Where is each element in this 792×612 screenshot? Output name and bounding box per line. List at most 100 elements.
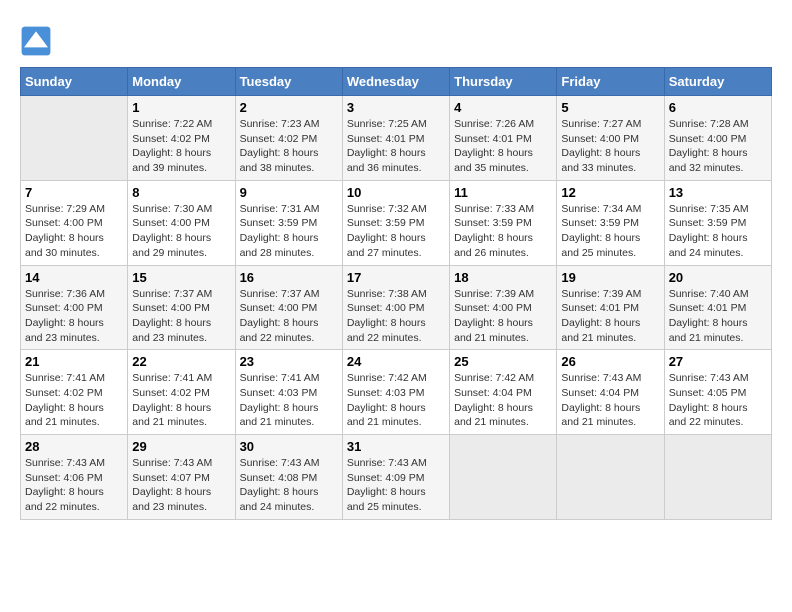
day-number: 1 bbox=[132, 100, 230, 115]
day-info: Sunrise: 7:42 AM Sunset: 4:04 PM Dayligh… bbox=[454, 371, 552, 430]
day-info: Sunrise: 7:22 AM Sunset: 4:02 PM Dayligh… bbox=[132, 117, 230, 176]
day-number: 19 bbox=[561, 270, 659, 285]
calendar-day-cell: 5Sunrise: 7:27 AM Sunset: 4:00 PM Daylig… bbox=[557, 96, 664, 181]
day-number: 14 bbox=[25, 270, 123, 285]
day-info: Sunrise: 7:30 AM Sunset: 4:00 PM Dayligh… bbox=[132, 202, 230, 261]
weekday-header-wednesday: Wednesday bbox=[342, 68, 449, 96]
calendar-day-cell: 13 Sunrise: 7:35 AM Sunset: 3:59 PM Dayli… bbox=[664, 180, 771, 265]
day-info: Sunrise: 7:28 AM Sunset: 4:00 PM Dayligh… bbox=[669, 117, 767, 176]
calendar-body: 1 Sunrise: 7:22 AM Sunset: 4:02 PM Daylig… bbox=[21, 96, 772, 520]
day-number: 5 bbox=[561, 100, 659, 115]
calendar-day-cell: 22Sunrise: 7:41 AM Sunset: 4:02 PM Dayli… bbox=[128, 350, 235, 435]
day-number: 25 bbox=[454, 354, 552, 369]
calendar-table: SundayMondayTuesdayWednesdayThursdayFrid… bbox=[20, 67, 772, 520]
calendar-week-row: 21 Sunrise: 7:41 AM Sunset: 4:02 PM Dayli… bbox=[21, 350, 772, 435]
day-number: 20 bbox=[669, 270, 767, 285]
day-number: 24 bbox=[347, 354, 445, 369]
day-number: 9 bbox=[240, 185, 338, 200]
calendar-week-row: 1 Sunrise: 7:22 AM Sunset: 4:02 PM Daylig… bbox=[21, 96, 772, 181]
day-info: Sunrise: 7:38 AM Sunset: 4:00 PM Dayligh… bbox=[347, 287, 445, 346]
day-info: Sunrise: 7:25 AM Sunset: 4:01 PM Dayligh… bbox=[347, 117, 445, 176]
calendar-day-cell: 16 Sunrise: 7:37 AM Sunset: 4:00 PM Dayli… bbox=[235, 265, 342, 350]
day-number: 2 bbox=[240, 100, 338, 115]
weekday-header-saturday: Saturday bbox=[664, 68, 771, 96]
calendar-day-cell: 8 Sunrise: 7:30 AM Sunset: 4:00 PM Daylig… bbox=[128, 180, 235, 265]
calendar-day-cell: 27Sunrise: 7:43 AM Sunset: 4:05 PM Dayli… bbox=[664, 350, 771, 435]
weekday-header-friday: Friday bbox=[557, 68, 664, 96]
day-info: Sunrise: 7:36 AM Sunset: 4:00 PM Dayligh… bbox=[25, 287, 123, 346]
day-number: 8 bbox=[132, 185, 230, 200]
day-info: Sunrise: 7:39 AM Sunset: 4:00 PM Dayligh… bbox=[454, 287, 552, 346]
calendar-day-cell: 6 Sunrise: 7:28 AM Sunset: 4:00 PM Daylig… bbox=[664, 96, 771, 181]
day-number: 30 bbox=[240, 439, 338, 454]
day-number: 16 bbox=[240, 270, 338, 285]
calendar-day-cell: 26 Sunrise: 7:43 AM Sunset: 4:04 PM Dayli… bbox=[557, 350, 664, 435]
day-info: Sunrise: 7:40 AM Sunset: 4:01 PM Dayligh… bbox=[669, 287, 767, 346]
weekday-header-sunday: Sunday bbox=[21, 68, 128, 96]
logo bbox=[20, 25, 56, 57]
header bbox=[20, 20, 772, 57]
day-info: Sunrise: 7:37 AM Sunset: 4:00 PM Dayligh… bbox=[132, 287, 230, 346]
day-number: 12 bbox=[561, 185, 659, 200]
calendar-day-cell: 23 Sunrise: 7:41 AM Sunset: 4:03 PM Dayli… bbox=[235, 350, 342, 435]
calendar-day-cell: 7 Sunrise: 7:29 AM Sunset: 4:00 PM Daylig… bbox=[21, 180, 128, 265]
day-number: 10 bbox=[347, 185, 445, 200]
day-info: Sunrise: 7:37 AM Sunset: 4:00 PM Dayligh… bbox=[240, 287, 338, 346]
day-info: Sunrise: 7:43 AM Sunset: 4:07 PM Dayligh… bbox=[132, 456, 230, 515]
calendar-week-row: 7 Sunrise: 7:29 AM Sunset: 4:00 PM Daylig… bbox=[21, 180, 772, 265]
day-info: Sunrise: 7:29 AM Sunset: 4:00 PM Dayligh… bbox=[25, 202, 123, 261]
logo-icon bbox=[20, 25, 52, 57]
calendar-day-cell: 24 Sunrise: 7:42 AM Sunset: 4:03 PM Dayli… bbox=[342, 350, 449, 435]
day-number: 4 bbox=[454, 100, 552, 115]
day-info: Sunrise: 7:34 AM Sunset: 3:59 PM Dayligh… bbox=[561, 202, 659, 261]
weekday-header-tuesday: Tuesday bbox=[235, 68, 342, 96]
calendar-day-cell: 30Sunrise: 7:43 AM Sunset: 4:08 PM Dayli… bbox=[235, 435, 342, 520]
day-info: Sunrise: 7:35 AM Sunset: 3:59 PM Dayligh… bbox=[669, 202, 767, 261]
calendar-day-cell bbox=[664, 435, 771, 520]
day-info: Sunrise: 7:41 AM Sunset: 4:03 PM Dayligh… bbox=[240, 371, 338, 430]
day-info: Sunrise: 7:26 AM Sunset: 4:01 PM Dayligh… bbox=[454, 117, 552, 176]
day-number: 26 bbox=[561, 354, 659, 369]
day-number: 6 bbox=[669, 100, 767, 115]
calendar-day-cell: 12 Sunrise: 7:34 AM Sunset: 3:59 PM Dayli… bbox=[557, 180, 664, 265]
calendar-day-cell: 17 Sunrise: 7:38 AM Sunset: 4:00 PM Dayli… bbox=[342, 265, 449, 350]
day-number: 29 bbox=[132, 439, 230, 454]
day-info: Sunrise: 7:42 AM Sunset: 4:03 PM Dayligh… bbox=[347, 371, 445, 430]
calendar-day-cell: 25 Sunrise: 7:42 AM Sunset: 4:04 PM Dayli… bbox=[450, 350, 557, 435]
calendar-day-cell: 14 Sunrise: 7:36 AM Sunset: 4:00 PM Dayli… bbox=[21, 265, 128, 350]
calendar-day-cell: 2 Sunrise: 7:23 AM Sunset: 4:02 PM Daylig… bbox=[235, 96, 342, 181]
calendar-day-cell: 15 Sunrise: 7:37 AM Sunset: 4:00 PM Dayli… bbox=[128, 265, 235, 350]
day-info: Sunrise: 7:31 AM Sunset: 3:59 PM Dayligh… bbox=[240, 202, 338, 261]
day-number: 3 bbox=[347, 100, 445, 115]
day-number: 17 bbox=[347, 270, 445, 285]
weekday-header-row: SundayMondayTuesdayWednesdayThursdayFrid… bbox=[21, 68, 772, 96]
calendar-day-cell: 29 Sunrise: 7:43 AM Sunset: 4:07 PM Dayli… bbox=[128, 435, 235, 520]
calendar-day-cell: 28Sunrise: 7:43 AM Sunset: 4:06 PM Dayli… bbox=[21, 435, 128, 520]
day-info: Sunrise: 7:32 AM Sunset: 3:59 PM Dayligh… bbox=[347, 202, 445, 261]
calendar-day-cell: 18Sunrise: 7:39 AM Sunset: 4:00 PM Dayli… bbox=[450, 265, 557, 350]
weekday-header-monday: Monday bbox=[128, 68, 235, 96]
calendar-day-cell: 1 Sunrise: 7:22 AM Sunset: 4:02 PM Daylig… bbox=[128, 96, 235, 181]
calendar-day-cell: 10 Sunrise: 7:32 AM Sunset: 3:59 PM Dayli… bbox=[342, 180, 449, 265]
day-info: Sunrise: 7:23 AM Sunset: 4:02 PM Dayligh… bbox=[240, 117, 338, 176]
day-info: Sunrise: 7:43 AM Sunset: 4:04 PM Dayligh… bbox=[561, 371, 659, 430]
calendar-day-cell: 11Sunrise: 7:33 AM Sunset: 3:59 PM Dayli… bbox=[450, 180, 557, 265]
day-number: 23 bbox=[240, 354, 338, 369]
day-number: 21 bbox=[25, 354, 123, 369]
calendar-week-row: 14 Sunrise: 7:36 AM Sunset: 4:00 PM Dayli… bbox=[21, 265, 772, 350]
day-number: 22 bbox=[132, 354, 230, 369]
day-number: 28 bbox=[25, 439, 123, 454]
day-info: Sunrise: 7:41 AM Sunset: 4:02 PM Dayligh… bbox=[25, 371, 123, 430]
day-number: 13 bbox=[669, 185, 767, 200]
calendar-day-cell bbox=[450, 435, 557, 520]
calendar-day-cell: 21 Sunrise: 7:41 AM Sunset: 4:02 PM Dayli… bbox=[21, 350, 128, 435]
calendar-day-cell: 9 Sunrise: 7:31 AM Sunset: 3:59 PM Daylig… bbox=[235, 180, 342, 265]
calendar-day-cell: 3 Sunrise: 7:25 AM Sunset: 4:01 PM Daylig… bbox=[342, 96, 449, 181]
day-info: Sunrise: 7:43 AM Sunset: 4:09 PM Dayligh… bbox=[347, 456, 445, 515]
calendar-day-cell: 19 Sunrise: 7:39 AM Sunset: 4:01 PM Dayli… bbox=[557, 265, 664, 350]
calendar-week-row: 28Sunrise: 7:43 AM Sunset: 4:06 PM Dayli… bbox=[21, 435, 772, 520]
day-number: 7 bbox=[25, 185, 123, 200]
day-info: Sunrise: 7:39 AM Sunset: 4:01 PM Dayligh… bbox=[561, 287, 659, 346]
day-number: 31 bbox=[347, 439, 445, 454]
day-number: 15 bbox=[132, 270, 230, 285]
